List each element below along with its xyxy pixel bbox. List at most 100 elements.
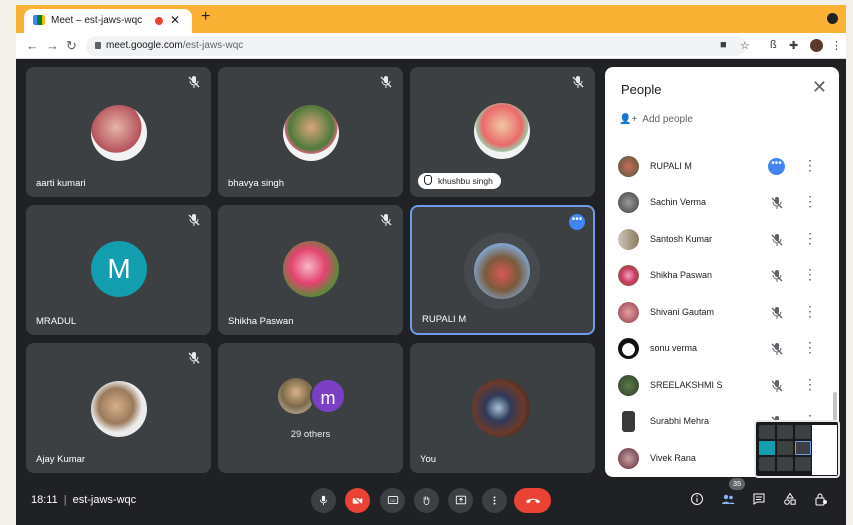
preview-tile [777,441,793,455]
mic-muted-icon [188,214,200,226]
preview-tile [759,425,775,439]
meeting-details-icon[interactable] [689,492,705,508]
close-panel-icon[interactable]: ✕ [812,77,827,98]
participant-name: sonu verma [650,343,698,353]
video-tile-active-speaker[interactable]: ••• RUPALI M [410,205,595,335]
reload-icon[interactable]: ↻ [66,38,77,54]
camera-off-icon [352,495,363,506]
participant-row[interactable]: Sachin Verma ⋮ [605,185,839,221]
more-options-icon[interactable]: ⋮ [803,304,817,318]
preview-tile [795,425,811,439]
preview-tile [795,457,811,471]
lock-person-icon [815,493,827,506]
participant-row[interactable]: Santosh Kumar ⋮ [605,222,839,258]
url-field[interactable]: meet.google.com/est-jaws-wqc [86,36,746,56]
tab-meet[interactable]: Meet – est-jaws-wqc ✕ [24,9,192,33]
tab-bar: Meet – est-jaws-wqc ✕ + [16,5,846,33]
tab-close-icon[interactable]: ✕ [170,13,180,27]
raise-hand-button[interactable] [414,488,439,513]
new-tab-button[interactable]: + [201,8,210,26]
participant-avatar [474,243,530,299]
participant-avatar [618,192,639,213]
participant-row[interactable]: SREELAKSHMI S ⋮ [605,368,839,404]
participant-name: Santosh Kumar [650,234,713,244]
more-options-icon[interactable]: ⋮ [803,267,817,281]
profile-menu-icon[interactable] [827,13,838,24]
participant-avatar [618,338,639,359]
preview-tile [777,457,793,471]
participant-avatar [618,375,639,396]
participant-name: Vivek Rana [650,453,696,463]
others-tile[interactable]: m 29 others [218,343,403,473]
raised-hand-icon [424,175,432,185]
more-options-icon[interactable]: ••• [569,214,585,230]
participant-row[interactable]: Shivani Gautam ⋮ [605,295,839,331]
mic-muted-icon [771,343,783,355]
url-host: meet.google.com [106,40,183,51]
self-video-tile[interactable]: You [410,343,595,473]
others-count-label: 29 others [290,429,331,440]
puzzle-icon[interactable]: ✚ [789,39,798,52]
participant-name: Shikha Paswan [650,270,713,280]
microphone-icon [319,495,328,506]
mic-muted-icon [771,270,783,282]
microphone-button[interactable] [311,488,336,513]
bookmark-star-icon[interactable]: ☆ [740,39,750,52]
participant-row[interactable]: sonu verma ⋮ [605,331,839,367]
mic-muted-icon [771,380,783,392]
raise-hand-icon [423,496,430,505]
address-bar: ← → ↻ meet.google.com/est-jaws-wqc ■ ☆ ß… [16,33,846,59]
initial-avatar: m [310,378,346,414]
more-options-icon[interactable]: ⋮ [803,340,817,354]
mic-muted-icon [380,214,392,226]
present-button[interactable] [448,488,473,513]
participant-avatar [474,103,530,159]
participant-row[interactable]: Shikha Paswan ⋮ [605,258,839,294]
more-options-icon[interactable]: ⋮ [803,194,817,208]
separator: | [63,494,67,506]
activities-button[interactable] [782,492,798,508]
camera-toggle-button[interactable] [345,488,370,513]
participant-avatar [283,241,339,297]
more-options-icon[interactable]: ⋮ [803,158,817,172]
mic-muted-icon [771,307,783,319]
more-options-icon[interactable]: ⋮ [803,231,817,245]
screen-share-preview[interactable] [754,420,840,478]
video-tile[interactable]: M MRADUL [26,205,211,335]
camera-permission-icon[interactable]: ■ [720,39,727,51]
video-tile[interactable]: aarti kumari [26,67,211,197]
initial-avatar: M [91,241,147,297]
mic-muted-icon [572,76,584,88]
video-tile[interactable]: bhavya singh [218,67,403,197]
profile-avatar[interactable] [810,39,823,52]
captions-icon: CC [387,496,398,504]
more-options-button[interactable] [482,488,507,513]
people-button[interactable] [720,492,736,508]
video-tile[interactable]: Ajay Kumar [26,343,211,473]
browser-menu-icon[interactable]: ⋮ [831,39,842,52]
participant-count-badge: 35 [729,478,745,490]
meeting-code: est-jaws-wqc [72,494,137,506]
forward-arrow-icon[interactable]: → [46,38,59,53]
video-tile[interactable]: khushbu singh [410,67,595,197]
panel-title: People [621,82,662,97]
leave-call-button[interactable] [514,488,551,513]
chat-button[interactable] [751,492,767,508]
participant-row[interactable]: RUPALI M ••• ⋮ [605,149,839,185]
more-vert-icon [493,496,496,505]
participant-name: Sachin Verma [650,197,707,207]
participant-name: bhavya singh [228,178,284,189]
info-icon [691,493,703,505]
host-controls-button[interactable] [813,492,829,508]
more-options-icon[interactable]: ⋮ [803,377,817,391]
add-people-button[interactable]: 👤+ Add people [619,114,693,125]
captions-button[interactable]: CC [380,488,405,513]
preview-tile [759,457,775,471]
participant-name: You [420,454,437,465]
participant-name: Surabhi Mehra [650,416,710,426]
video-tile[interactable]: Shikha Paswan [218,205,403,335]
extension-icon[interactable]: ß [770,39,777,51]
back-arrow-icon[interactable]: ← [26,38,39,53]
participant-name: RUPALI M [422,314,467,325]
participant-avatar [283,105,339,161]
